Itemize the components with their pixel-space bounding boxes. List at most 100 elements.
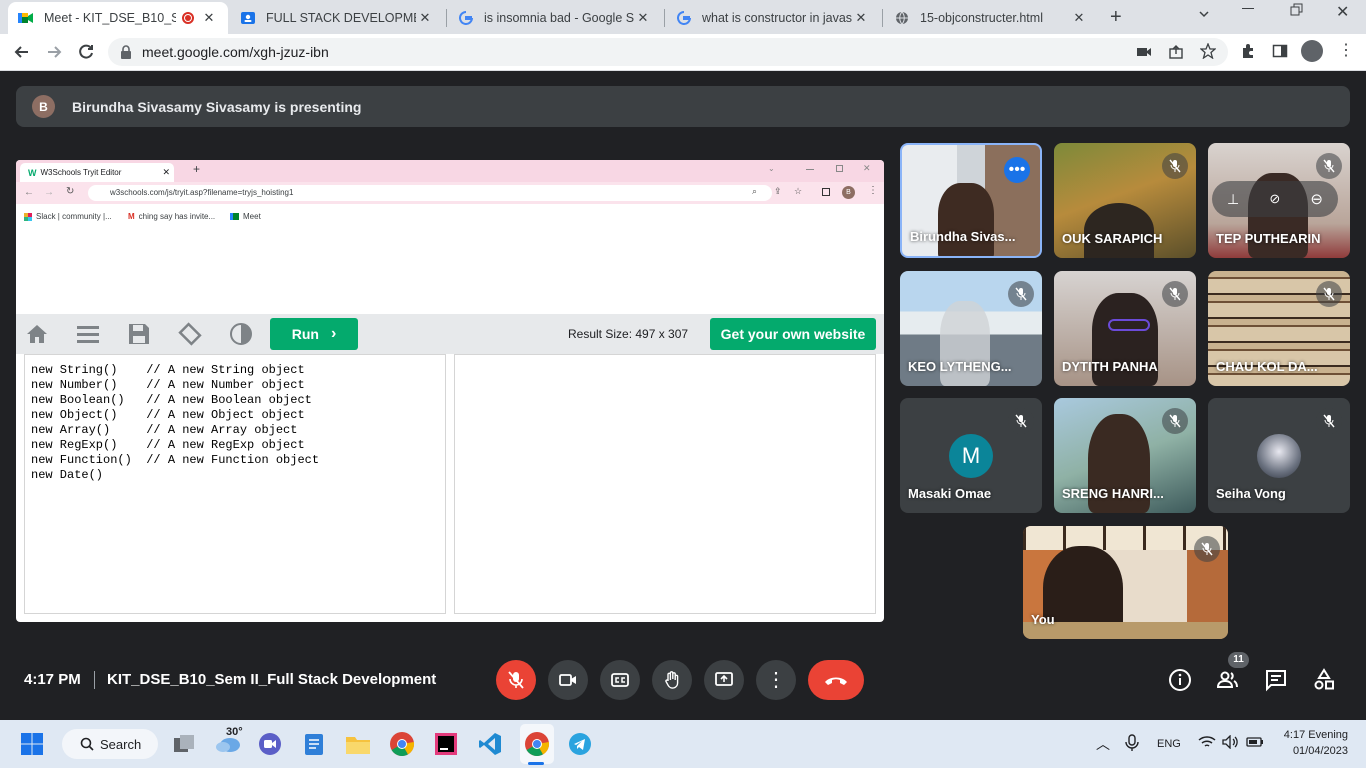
pin-icon[interactable]: ⊥ [1227,191,1239,208]
close-tab-icon: ✕ [162,167,170,177]
tab-constructor[interactable]: what is constructor in javascri ✕ [666,2,880,34]
mute-icon[interactable]: ⊘ [1269,191,1280,207]
w3schools-icon: W [28,167,37,178]
vscode-icon[interactable] [476,730,504,758]
participant-tile[interactable]: SRENG HANRI... [1054,398,1196,513]
close-window-icon[interactable]: ✕ [1336,2,1349,22]
close-tab-icon[interactable]: ✕ [1070,10,1088,26]
wifi-icon[interactable] [1198,735,1216,749]
weather-widget[interactable]: 30° [214,726,243,758]
mic-off-icon [1162,153,1188,179]
participant-tile[interactable]: KEO LYTHENG... [900,271,1042,386]
participant-tile[interactable]: ⊥ ⊘ ⊖ TEP PUTHEARIN [1208,143,1350,258]
close-tab-icon[interactable]: ✕ [416,10,434,26]
mic-toggle-button[interactable] [496,660,536,700]
bookmark-label: ching say has invite... [138,212,216,221]
participant-tile[interactable]: ••• Birundha Sivas... [900,143,1042,258]
participant-tile[interactable]: Seiha Vong [1208,398,1350,513]
run-button: Run › [270,318,358,350]
recording-indicator-icon [182,12,194,24]
hang-up-icon [823,673,849,687]
teams-meet-icon[interactable] [256,730,284,758]
leave-call-button[interactable] [808,660,864,700]
raise-hand-button[interactable] [652,660,692,700]
bookmark-meet: Meet [230,212,261,221]
chat-icon[interactable] [1264,668,1288,692]
participant-name: DYTITH PANHA [1062,359,1158,374]
more-options-button[interactable]: ⋮ [756,660,796,700]
chevron-right-icon: › [330,325,337,342]
tab-full-stack[interactable]: FULL STACK DEVELOPMENT - ✕ [230,2,444,34]
tab-divider [882,9,883,27]
captions-button[interactable] [600,660,640,700]
taskbar-search[interactable]: Search [62,729,158,759]
share-icon[interactable] [1168,44,1184,60]
clock-date[interactable]: 01/04/2023 [1278,745,1348,757]
microphone-icon[interactable] [1125,734,1139,752]
reload-icon[interactable] [76,42,96,62]
tab-title: Meet - KIT_DSE_B10_Sem [44,11,176,25]
back-arrow-icon[interactable] [12,42,32,62]
meeting-details-icon[interactable] [1168,668,1192,692]
participant-tile[interactable]: DYTITH PANHA [1054,271,1196,386]
participant-name: SRENG HANRI... [1062,486,1164,501]
battery-icon[interactable] [1246,735,1264,749]
participant-avatar [1257,434,1301,478]
chrome-profile-icon[interactable] [523,730,551,758]
tab-objconstructer[interactable]: 15-objconstructer.html ✕ [884,2,1098,34]
language-indicator[interactable]: ENG [1157,738,1181,750]
participant-tile[interactable]: CHAU KOL DA... [1208,271,1350,386]
extensions-icon[interactable] [1240,43,1256,59]
intellij-icon[interactable] [432,730,460,758]
camera-toggle-button[interactable] [548,660,588,700]
self-view-tile[interactable]: You [1023,526,1228,639]
chevron-down-icon: ⌄ [768,164,775,173]
tab-search-icon[interactable] [1196,6,1212,22]
participant-glasses [1108,319,1150,331]
speaking-indicator-icon: ••• [1004,157,1030,183]
clock-time[interactable]: 4:17 Evening [1278,729,1348,741]
bookmark-star-icon[interactable] [1200,43,1216,59]
more-menu-icon[interactable]: ⋮ [1338,43,1354,59]
bookmark-slack: Slack | community |... [24,212,112,221]
forward-arrow-icon[interactable] [44,42,64,62]
close-tab-icon[interactable]: ✕ [200,10,218,26]
code-text: new String() // A new String object new … [31,363,320,482]
reload-icon: ↻ [66,186,75,197]
mic-off-icon [1316,153,1342,179]
participant-tile[interactable]: OUK SARAPICH [1054,143,1196,258]
tab-insomnia[interactable]: is insomnia bad - Google Sea ✕ [448,2,662,34]
bookmark-label: Slack | community |... [36,212,112,221]
close-tab-icon[interactable]: ✕ [852,10,870,26]
volume-icon[interactable] [1222,735,1240,749]
slack-icon [24,212,32,221]
rotate-icon [178,322,202,346]
chrome-icon[interactable] [388,730,416,758]
file-explorer-icon[interactable] [344,730,372,758]
activities-icon[interactable] [1312,668,1336,692]
tab-meet[interactable]: Meet - KIT_DSE_B10_Sem ✕ [8,2,228,34]
shared-url-text: w3schools.com/js/tryit.asp?filename=tryj… [110,188,294,197]
forward-arrow-icon: → [44,187,54,198]
task-view-icon[interactable] [170,730,198,758]
remove-icon[interactable]: ⊖ [1310,190,1323,208]
participant-tile[interactable]: M Masaki Omae [900,398,1042,513]
people-icon[interactable] [1216,668,1240,692]
windows-start-icon[interactable] [18,730,46,758]
meeting-name: KIT_DSE_B10_Sem II_Full Stack Developmen… [107,671,437,688]
restore-icon[interactable] [1290,3,1304,17]
chevron-up-icon[interactable]: ︿ [1096,734,1110,754]
profile-avatar[interactable] [1301,40,1323,62]
close-tab-icon[interactable]: ✕ [634,10,652,26]
minimize-icon[interactable] [1242,8,1254,9]
camera-indicator-icon[interactable] [1136,44,1152,60]
notepad-icon[interactable] [300,730,328,758]
address-bar[interactable]: meet.google.com/xgh-jzuz-ibn [108,38,1228,66]
tile-hover-controls[interactable]: ⊥ ⊘ ⊖ [1212,181,1338,217]
code-editor: new String() // A new String object new … [24,354,446,614]
share-icon: ⇪ [774,186,782,196]
new-tab-button[interactable]: + [1110,6,1122,29]
telegram-icon[interactable] [566,730,594,758]
present-now-button[interactable] [704,660,744,700]
side-panel-icon[interactable] [1272,43,1288,59]
